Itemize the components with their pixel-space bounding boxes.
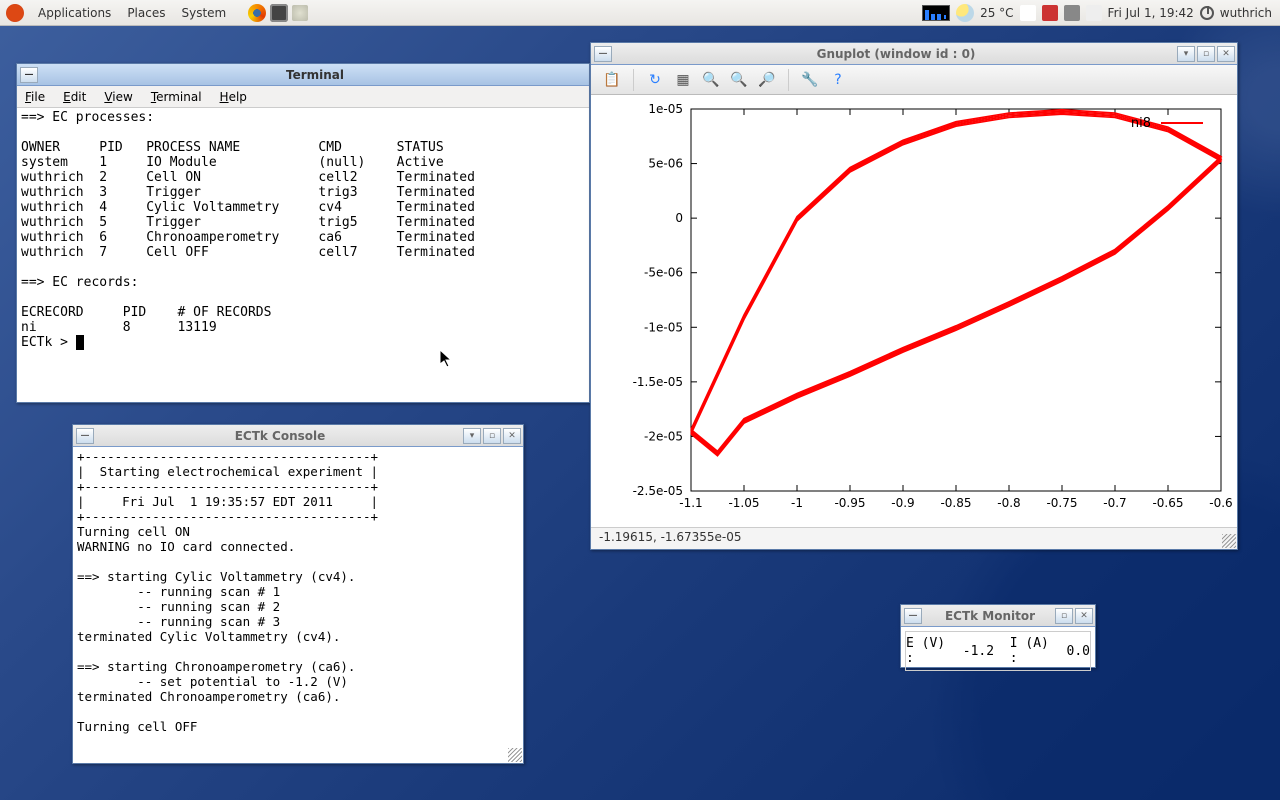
user-name[interactable]: wuthrich	[1220, 6, 1272, 20]
svg-text:-1.1: -1.1	[679, 496, 702, 510]
terminal-launcher-icon[interactable]	[270, 4, 288, 22]
gnuplot-title: Gnuplot (window id : 0)	[615, 47, 1177, 61]
power-icon[interactable]	[1200, 6, 1214, 20]
svg-text:0: 0	[675, 211, 683, 225]
clipboard-icon[interactable]: 📋	[601, 69, 623, 91]
ectk-console-content[interactable]: +--------------------------------------+…	[73, 447, 523, 763]
window-menu-button[interactable]: —	[594, 46, 612, 62]
svg-text:-1: -1	[791, 496, 803, 510]
menu-help[interactable]: Help	[212, 88, 255, 106]
firefox-icon[interactable]	[248, 4, 266, 22]
update-icon[interactable]	[1042, 5, 1058, 21]
gnuplot-titlebar[interactable]: — Gnuplot (window id : 0) ▾ ▫ ✕	[591, 43, 1237, 65]
svg-text:-0.95: -0.95	[834, 496, 865, 510]
gnuplot-statusbar: -1.19615, -1.67355e-05	[591, 527, 1237, 549]
window-menu-button[interactable]: —	[20, 67, 38, 83]
svg-text:-0.9: -0.9	[891, 496, 914, 510]
help-icon[interactable]: ?	[827, 69, 849, 91]
ectk-console-window: — ECTk Console ▾ ▫ ✕ +------------------…	[72, 424, 524, 764]
label-i: I (A) :	[1010, 636, 1051, 666]
zoom-prev-icon[interactable]: 🔍	[700, 69, 722, 91]
minimize-button[interactable]: ▾	[463, 428, 481, 444]
resize-handle[interactable]	[1222, 534, 1236, 548]
svg-text:-5e-06: -5e-06	[644, 266, 683, 280]
settings-icon[interactable]: 🔧	[799, 69, 821, 91]
value-e: -1.2	[963, 644, 994, 659]
svg-text:ni8: ni8	[1131, 116, 1151, 131]
places-menu[interactable]: Places	[119, 6, 173, 20]
temperature-text: 25 °C	[980, 6, 1013, 20]
window-menu-button[interactable]: —	[76, 428, 94, 444]
menu-file[interactable]: File	[17, 88, 53, 106]
maximize-button[interactable]: ▫	[1055, 608, 1073, 624]
app-launcher-icon[interactable]	[292, 5, 308, 21]
clock-text[interactable]: Fri Jul 1, 19:42	[1108, 6, 1194, 20]
minimize-button[interactable]: ▾	[1177, 46, 1195, 62]
svg-text:-2.5e-05: -2.5e-05	[633, 484, 683, 498]
svg-text:5e-06: 5e-06	[648, 157, 683, 171]
zoom-next-icon[interactable]: 🔍	[728, 69, 750, 91]
value-i: 0.0	[1067, 644, 1090, 659]
applications-menu[interactable]: Applications	[30, 6, 119, 20]
svg-text:-0.85: -0.85	[940, 496, 971, 510]
close-button[interactable]: ✕	[503, 428, 521, 444]
monitor-body: E (V) : -1.2 I (A) : 0.0	[905, 631, 1091, 671]
volume-icon[interactable]	[1086, 5, 1102, 21]
ectk-title: ECTk Console	[97, 429, 463, 443]
svg-text:-0.6: -0.6	[1209, 496, 1232, 510]
gnome-panel: Applications Places System 25 °C Fri Jul…	[0, 0, 1280, 26]
grid-icon[interactable]: ▦	[672, 69, 694, 91]
window-menu-button[interactable]: —	[904, 608, 922, 624]
monitor-title: ECTk Monitor	[925, 609, 1055, 623]
ectk-titlebar[interactable]: — ECTk Console ▾ ▫ ✕	[73, 425, 523, 447]
svg-text:-1.05: -1.05	[728, 496, 759, 510]
close-button[interactable]: ✕	[1217, 46, 1235, 62]
resize-handle[interactable]	[508, 748, 522, 762]
menu-view[interactable]: View	[96, 88, 140, 106]
monitor-titlebar[interactable]: — ECTk Monitor ▫ ✕	[901, 605, 1095, 627]
terminal-menubar: File Edit View Terminal Help	[17, 86, 589, 108]
network-icon[interactable]	[1064, 5, 1080, 21]
terminal-window: — Terminal File Edit View Terminal Help …	[16, 63, 590, 403]
svg-text:-0.65: -0.65	[1152, 496, 1183, 510]
svg-text:1e-05: 1e-05	[648, 102, 683, 116]
terminal-title: Terminal	[41, 68, 589, 82]
terminal-content[interactable]: ==> EC processes: OWNER PID PROCESS NAME…	[17, 108, 589, 402]
replot-icon[interactable]: ↻	[644, 69, 666, 91]
terminal-titlebar[interactable]: — Terminal	[17, 64, 589, 86]
plot-svg: -1.1 -1.05 -1 -0.95 -0.9 -0.85 -0.8 -0.75 -0.7 -0…	[591, 95, 1237, 525]
gnuplot-toolbar: 📋 ↻ ▦ 🔍 🔍 🔎 🔧 ?	[591, 65, 1237, 95]
system-tray: 25 °C Fri Jul 1, 19:42 wuthrich	[922, 4, 1280, 22]
cursor-coords: -1.19615, -1.67355e-05	[599, 530, 742, 544]
menu-terminal[interactable]: Terminal	[143, 88, 210, 106]
svg-text:-1e-05: -1e-05	[644, 320, 683, 334]
maximize-button[interactable]: ▫	[1197, 46, 1215, 62]
svg-text:-2e-05: -2e-05	[644, 429, 683, 443]
ectk-monitor-window: — ECTk Monitor ▫ ✕ E (V) : -1.2 I (A) : …	[900, 604, 1096, 668]
system-monitor-icon[interactable]	[922, 5, 950, 21]
label-e: E (V) :	[906, 636, 947, 666]
gnuplot-window: — Gnuplot (window id : 0) ▾ ▫ ✕ 📋 ↻ ▦ 🔍 …	[590, 42, 1238, 550]
ubuntu-logo-icon	[6, 4, 24, 22]
close-button[interactable]: ✕	[1075, 608, 1093, 624]
system-menu[interactable]: System	[173, 6, 234, 20]
mail-icon[interactable]	[1020, 5, 1036, 21]
svg-text:-0.75: -0.75	[1046, 496, 1077, 510]
maximize-button[interactable]: ▫	[483, 428, 501, 444]
unzoom-icon[interactable]: 🔎	[756, 69, 778, 91]
svg-text:-0.7: -0.7	[1103, 496, 1126, 510]
svg-text:-1.5e-05: -1.5e-05	[633, 375, 683, 389]
plot-area[interactable]: -1.1 -1.05 -1 -0.95 -0.9 -0.85 -0.8 -0.75 -0.7 -0…	[591, 95, 1237, 527]
svg-text:-0.8: -0.8	[997, 496, 1020, 510]
weather-icon[interactable]	[956, 4, 974, 22]
menu-edit[interactable]: Edit	[55, 88, 94, 106]
